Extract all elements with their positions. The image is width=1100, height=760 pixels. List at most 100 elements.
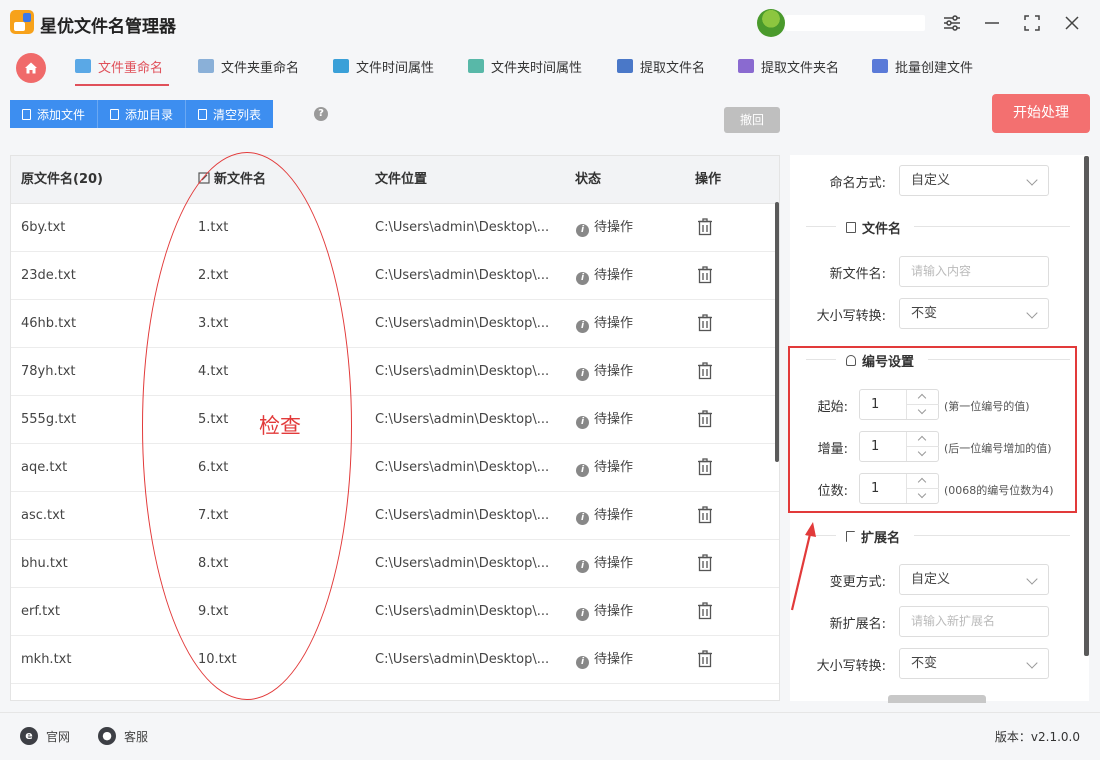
delete-row-icon[interactable] — [697, 218, 713, 236]
new-name-label: 新文件名: — [829, 267, 886, 282]
settings-scrollbar[interactable] — [1084, 156, 1089, 656]
hidden-button-edge[interactable] — [888, 695, 986, 703]
header-action: 操作 — [695, 172, 722, 187]
header-location: 文件位置 — [375, 172, 428, 187]
delete-row-icon[interactable] — [697, 650, 713, 668]
document-icon — [846, 222, 856, 233]
user-avatar[interactable] — [757, 9, 785, 37]
extract-foldername-icon — [738, 59, 754, 73]
flag-icon — [846, 531, 855, 542]
table-row[interactable]: 78yh.txt 4.txt C:\Users\admin\Desktop\... i… — [11, 348, 779, 396]
footer: e 官网 ● 客服 版本：v2.1.0.0 — [0, 712, 1100, 760]
website-icon: e — [20, 727, 38, 745]
table-row[interactable]: bhu.txt 8.txt C:\Users\admin\Desktop\... i 待… — [11, 540, 779, 588]
add-directory-button[interactable]: 添加目录 — [98, 100, 187, 128]
cell-location: C:\Users\admin\Desktop\... — [375, 604, 550, 619]
cell-location: C:\Users\admin\Desktop\... — [375, 364, 550, 379]
cell-status: i 待操作 — [576, 396, 633, 444]
website-link[interactable]: e 官网 — [20, 713, 70, 759]
table-row[interactable]: erf.txt 9.txt C:\Users\admin\Desktop\... i 待… — [11, 588, 779, 636]
delete-row-icon[interactable] — [697, 602, 713, 620]
chat-icon: ● — [98, 727, 116, 745]
delete-row-icon[interactable] — [697, 458, 713, 476]
cell-location: C:\Users\admin\Desktop\... — [375, 652, 550, 667]
cell-status: i 待操作 — [576, 636, 633, 684]
tab-file-rename[interactable]: 文件重命名 — [75, 46, 170, 86]
folder-rename-icon — [198, 59, 214, 73]
cell-location: C:\Users\admin\Desktop\... — [375, 460, 550, 475]
app-logo-icon — [10, 10, 34, 34]
cell-original-name: bhu.txt — [21, 556, 68, 571]
tab-folder-rename[interactable]: 文件夹重命名 — [198, 46, 299, 86]
file-rename-icon — [75, 59, 91, 73]
table-row[interactable]: aqe.txt 6.txt C:\Users\admin\Desktop\... i 待… — [11, 444, 779, 492]
cell-original-name: asc.txt — [21, 508, 65, 523]
version-label: 版本：v2.1.0.0 — [994, 730, 1080, 744]
table-scrollbar[interactable] — [775, 202, 779, 462]
tab-bar: 文件重命名 文件夹重命名 文件时间属性 文件夹时间属性 提取文件名 提取文件夹名… — [0, 46, 1100, 88]
cell-original-name: 46hb.txt — [21, 316, 77, 331]
delete-row-icon[interactable] — [697, 410, 713, 428]
tab-file-time[interactable]: 文件时间属性 — [333, 46, 434, 86]
table-row[interactable]: 23de.txt 2.txt C:\Users\admin\Desktop\... i… — [11, 252, 779, 300]
cell-status: i 待操作 — [576, 444, 633, 492]
naming-mode-select[interactable]: 自定义 — [899, 165, 1049, 196]
customer-service-link[interactable]: ● 客服 — [98, 713, 148, 759]
cell-location: C:\Users\admin\Desktop\... — [375, 268, 550, 283]
tab-extract-foldername[interactable]: 提取文件夹名 — [738, 46, 839, 86]
close-icon[interactable] — [1058, 9, 1086, 37]
folder-time-icon — [468, 59, 484, 73]
cell-status: i 待操作 — [576, 588, 633, 636]
cell-original-name: 23de.txt — [21, 268, 76, 283]
minimize-icon[interactable] — [978, 9, 1006, 37]
clear-list-button[interactable]: 清空列表 — [186, 100, 274, 128]
ext-case-select[interactable]: 不变 — [899, 648, 1049, 679]
naming-mode-label: 命名方式: — [829, 176, 886, 191]
delete-row-icon[interactable] — [697, 506, 713, 524]
delete-row-icon[interactable] — [697, 314, 713, 332]
cell-original-name: erf.txt — [21, 604, 60, 619]
trash-icon — [198, 108, 208, 120]
table-row[interactable]: 6by.txt 1.txt C:\Users\admin\Desktop\... i 待… — [11, 204, 779, 252]
table-row[interactable]: asc.txt 7.txt C:\Users\admin\Desktop\... i 待… — [11, 492, 779, 540]
table-row[interactable]: 555g.txt 5.txt C:\Users\admin\Desktop\... i… — [11, 396, 779, 444]
annotation-check-label: 检查 — [259, 414, 301, 438]
cell-location: C:\Users\admin\Desktop\... — [375, 316, 550, 331]
file-icon — [110, 108, 120, 120]
extension-section-title: 扩展名 — [846, 527, 900, 546]
chevron-down-icon — [1026, 573, 1038, 585]
home-icon — [25, 62, 37, 74]
info-icon: i — [576, 608, 589, 621]
help-icon[interactable]: ? — [314, 107, 328, 121]
undo-button[interactable]: 撤回 — [724, 107, 780, 133]
table-header: 原文件名(20) 新文件名 文件位置 状态 操作 — [11, 156, 779, 204]
delete-row-icon[interactable] — [697, 266, 713, 284]
new-extension-input[interactable]: 请输入新扩展名 — [899, 606, 1049, 637]
home-button[interactable] — [16, 53, 46, 83]
chevron-down-icon — [1026, 174, 1038, 186]
cell-status: i 待操作 — [576, 348, 633, 396]
user-name-area[interactable] — [785, 15, 925, 31]
cell-location: C:\Users\admin\Desktop\... — [375, 556, 550, 571]
file-table: 原文件名(20) 新文件名 文件位置 状态 操作 6by.txt 1.txt C:\… — [10, 155, 780, 701]
file-toolbar: 添加文件 添加目录 清空列表 — [10, 100, 274, 128]
settings-sliders-icon[interactable] — [938, 9, 966, 37]
info-icon: i — [576, 224, 589, 237]
new-name-input[interactable]: 请输入内容 — [899, 256, 1049, 287]
tab-batch-create[interactable]: 批量创建文件 — [872, 46, 973, 86]
annotation-ellipse — [142, 152, 352, 700]
start-processing-button[interactable]: 开始处理 — [992, 94, 1090, 133]
table-row[interactable]: mkh.txt 10.txt C:\Users\admin\Desktop\... i… — [11, 636, 779, 684]
case-select[interactable]: 不变 — [899, 298, 1049, 329]
delete-row-icon[interactable] — [697, 362, 713, 380]
maximize-icon[interactable] — [1018, 9, 1046, 37]
tab-extract-filename[interactable]: 提取文件名 — [617, 46, 705, 86]
table-row[interactable]: 46hb.txt 3.txt C:\Users\admin\Desktop\... i… — [11, 300, 779, 348]
tab-folder-time[interactable]: 文件夹时间属性 — [468, 46, 582, 86]
cell-status: i 待操作 — [576, 252, 633, 300]
ext-mode-select[interactable]: 自定义 — [899, 564, 1049, 595]
delete-row-icon[interactable] — [697, 554, 713, 572]
header-original-name[interactable]: 原文件名(20) — [21, 156, 103, 204]
add-file-button[interactable]: 添加文件 — [10, 100, 99, 128]
header-status: 状态 — [575, 172, 602, 187]
